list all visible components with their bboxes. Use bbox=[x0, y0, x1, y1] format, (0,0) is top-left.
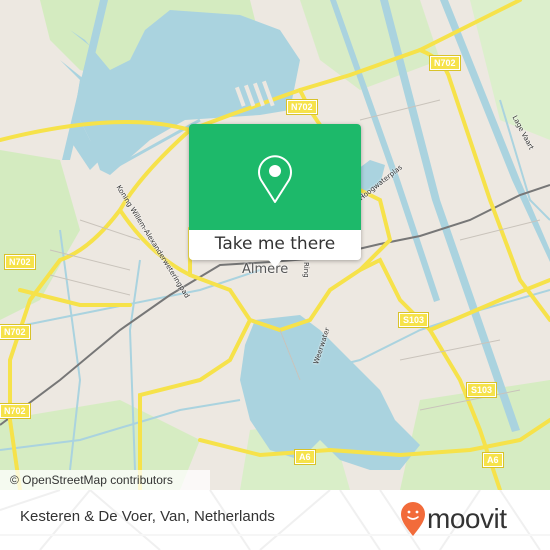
footer-bar: Kesteren & De Voer, Van, Netherlands moo… bbox=[0, 490, 550, 550]
take-me-there-button[interactable]: Take me there bbox=[189, 230, 361, 260]
moovit-logo[interactable]: moovit bbox=[400, 500, 540, 540]
road-shield-n702: N702 bbox=[429, 55, 461, 71]
destination-popup[interactable]: Take me there bbox=[189, 124, 361, 268]
road-shield-n702: N702 bbox=[286, 99, 318, 115]
road-shield-n702: N702 bbox=[0, 403, 31, 419]
moovit-pin-icon bbox=[401, 502, 425, 536]
street-label-ring: Ring bbox=[302, 262, 310, 278]
map-attribution[interactable]: © OpenStreetMap contributors bbox=[0, 470, 210, 490]
road-shield-n702: N702 bbox=[4, 254, 36, 270]
road-shield-s103: S103 bbox=[397, 312, 430, 328]
road-shield-n702: N702 bbox=[0, 324, 31, 340]
park-area bbox=[300, 0, 440, 90]
road-shield-a6: A6 bbox=[482, 452, 504, 468]
map-pin-icon bbox=[258, 155, 292, 203]
location-address: Kesteren & De Voer, Van, Netherlands bbox=[20, 508, 275, 525]
popup-header bbox=[189, 124, 361, 230]
moovit-wordmark: moovit bbox=[427, 503, 507, 534]
popup-pointer bbox=[267, 258, 283, 268]
road-shield-s103: S103 bbox=[465, 382, 498, 398]
road-shield-a6: A6 bbox=[294, 449, 316, 465]
map-canvas[interactable]: N702 N702 N702 N702 N702 S103 S103 A6 A6… bbox=[0, 0, 550, 490]
